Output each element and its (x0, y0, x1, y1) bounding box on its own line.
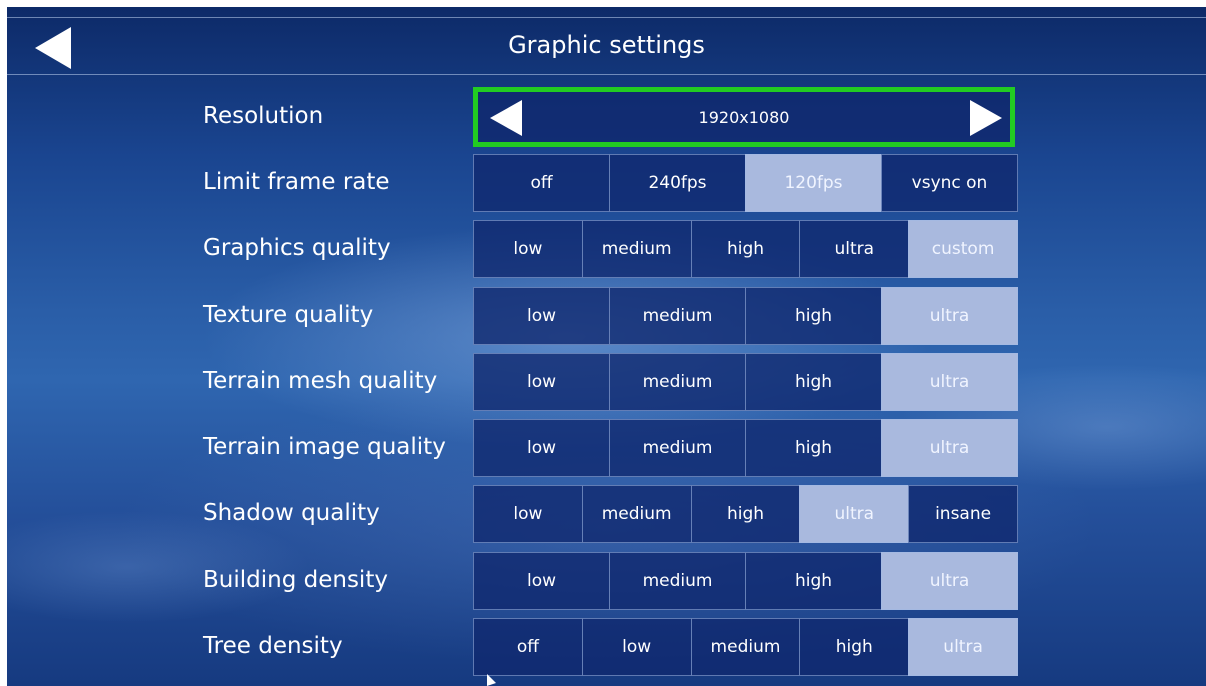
option-button[interactable]: 120fps (745, 154, 882, 212)
option-button[interactable]: low (473, 220, 583, 278)
option-row: low medium high ultra insane (473, 485, 1018, 543)
option-row: low medium high ultra (473, 353, 1018, 411)
option-button[interactable]: insane (908, 485, 1018, 543)
option-button[interactable]: ultra (881, 419, 1018, 477)
option-button[interactable]: medium (609, 287, 746, 345)
arrow-right-icon (970, 100, 1002, 136)
option-button[interactable]: high (745, 287, 882, 345)
page-title: Graphic settings (508, 31, 705, 59)
option-button[interactable]: high (745, 552, 882, 610)
arrow-left-icon (490, 100, 522, 136)
option-button[interactable]: ultra (881, 353, 1018, 411)
option-button[interactable]: ultra (881, 552, 1018, 610)
option-button[interactable]: medium (690, 618, 801, 676)
option-button[interactable]: custom (908, 220, 1018, 278)
option-button[interactable]: low (473, 353, 610, 411)
option-button[interactable]: high (799, 618, 910, 676)
option-row: low medium high ultra (473, 552, 1018, 610)
resolution-next-button[interactable] (968, 100, 1006, 136)
option-button[interactable]: ultra (881, 287, 1018, 345)
option-button[interactable]: ultra (799, 485, 910, 543)
option-button[interactable]: medium (609, 419, 746, 477)
option-button[interactable]: medium (581, 220, 692, 278)
resolution-selector: 1920x1080 (473, 87, 1015, 147)
option-button[interactable]: ultra (799, 220, 910, 278)
top-divider (7, 17, 1206, 18)
setting-label: Shadow quality (203, 500, 380, 526)
option-button[interactable]: high (690, 220, 801, 278)
option-button[interactable]: medium (581, 485, 692, 543)
setting-label: Graphics quality (203, 235, 391, 261)
option-row: low medium high ultra (473, 287, 1018, 345)
option-button[interactable]: off (473, 154, 610, 212)
option-row: low medium high ultra (473, 419, 1018, 477)
option-button[interactable]: low (473, 287, 610, 345)
option-button[interactable]: medium (609, 353, 746, 411)
option-button[interactable]: low (473, 552, 610, 610)
option-button[interactable]: 240fps (609, 154, 746, 212)
option-row: low medium high ultra custom (473, 220, 1018, 278)
option-button[interactable]: ultra (908, 618, 1018, 676)
option-button[interactable]: high (745, 353, 882, 411)
option-button[interactable]: high (690, 485, 801, 543)
option-button[interactable]: off (473, 618, 583, 676)
option-button[interactable]: low (473, 485, 583, 543)
option-button[interactable]: medium (609, 552, 746, 610)
header-divider (7, 74, 1206, 75)
setting-label: Building density (203, 567, 388, 593)
setting-label: Texture quality (203, 302, 374, 328)
option-row: off low medium high ultra (473, 618, 1018, 676)
setting-label: Limit frame rate (203, 169, 390, 195)
resolution-value: 1920x1080 (698, 107, 790, 127)
mouse-cursor-icon (487, 674, 496, 686)
option-button[interactable]: low (473, 419, 610, 477)
setting-label: Tree density (203, 633, 343, 659)
option-row: off 240fps 120fps vsync on (473, 154, 1018, 212)
option-button[interactable]: vsync on (881, 154, 1018, 212)
option-button[interactable]: high (745, 419, 882, 477)
resolution-prev-button[interactable] (488, 100, 526, 136)
setting-label: Terrain image quality (203, 434, 446, 460)
resolution-label: Resolution (203, 103, 324, 129)
settings-screen: Graphic settings Resolution 1920x1080 Li… (7, 7, 1206, 686)
option-button[interactable]: low (581, 618, 692, 676)
setting-label: Terrain mesh quality (203, 368, 438, 394)
